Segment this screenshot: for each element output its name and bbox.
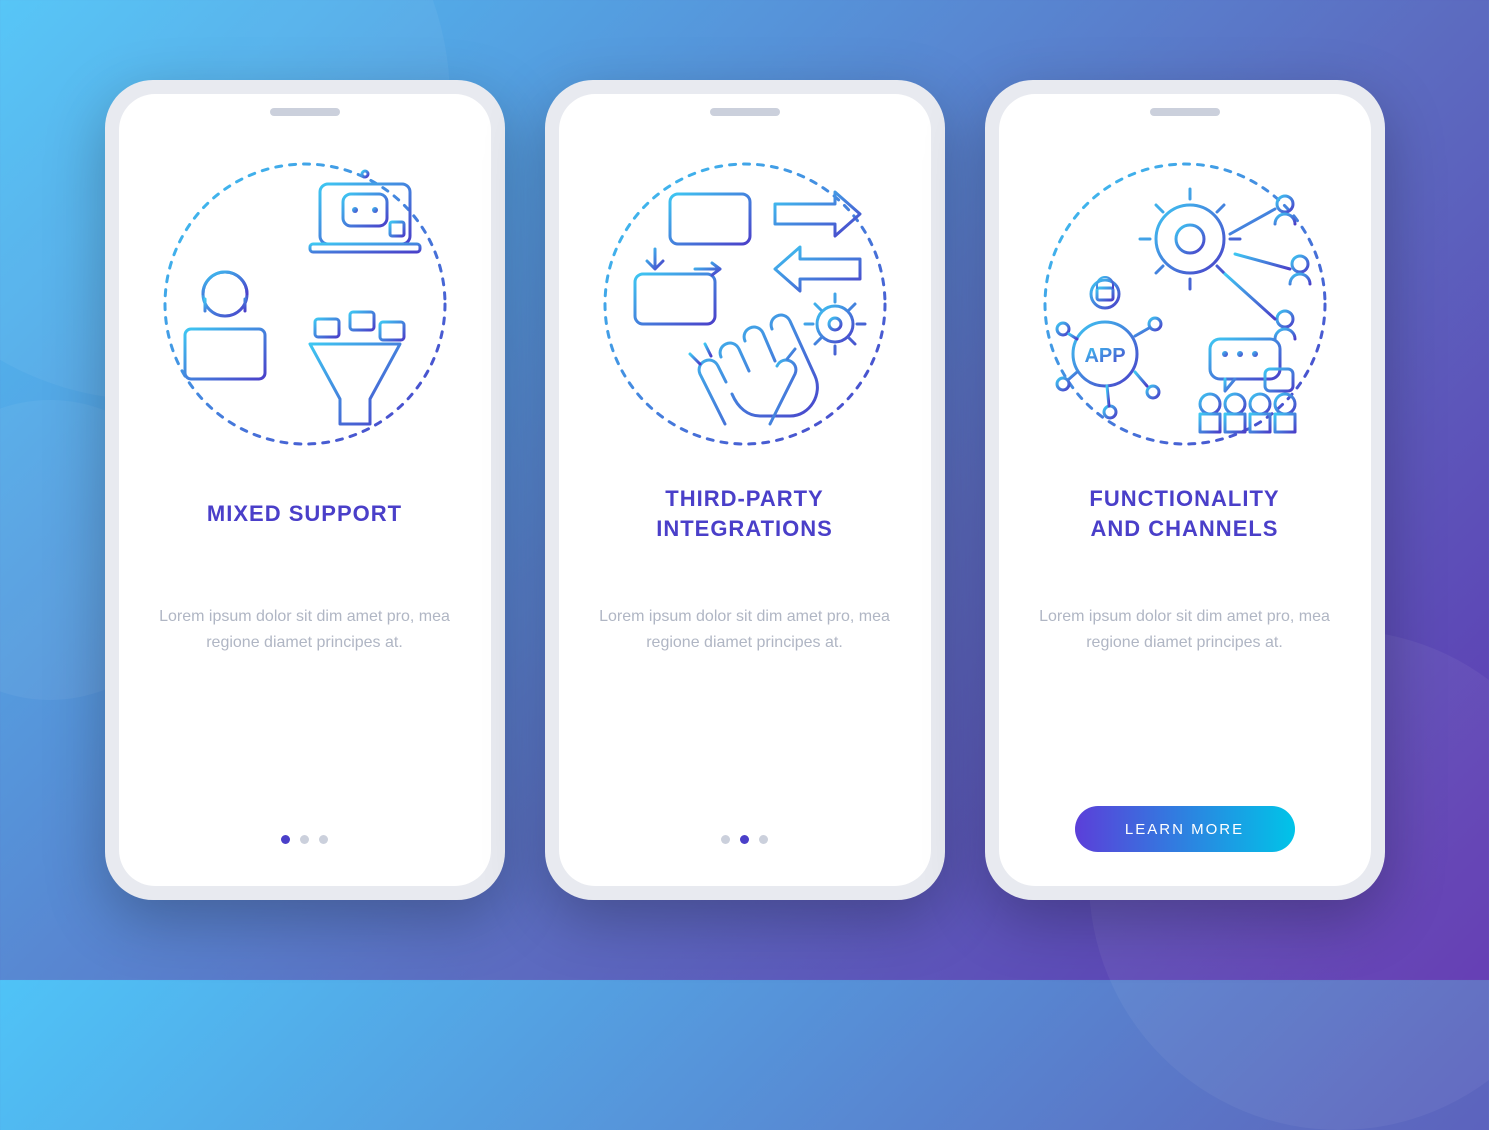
functionality-channels-icon: APP xyxy=(1035,154,1335,454)
onboarding-body: Lorem ipsum dolor sit dim amet pro, mea … xyxy=(593,604,897,835)
page-dot-2[interactable] xyxy=(740,835,749,844)
page-indicator xyxy=(281,835,328,852)
onboarding-screen-2: THIRD-PARTY INTEGRATIONS Lorem ipsum dol… xyxy=(559,94,931,886)
page-dot-1[interactable] xyxy=(281,835,290,844)
onboarding-title: THIRD-PARTY INTEGRATIONS xyxy=(656,484,833,544)
third-party-integrations-icon xyxy=(595,154,895,454)
phone-mockup-row: MIXED SUPPORT Lorem ipsum dolor sit dim … xyxy=(105,80,1385,900)
onboarding-screen-3: APP xyxy=(999,94,1371,886)
page-dot-2[interactable] xyxy=(300,835,309,844)
mixed-support-icon xyxy=(155,154,455,454)
onboarding-title: MIXED SUPPORT xyxy=(207,484,402,544)
page-dot-3[interactable] xyxy=(759,835,768,844)
onboarding-title: FUNCTIONALITY AND CHANNELS xyxy=(1089,484,1279,544)
learn-more-button[interactable]: LEARN MORE xyxy=(1075,806,1295,852)
page-dot-1[interactable] xyxy=(721,835,730,844)
onboarding-body: Lorem ipsum dolor sit dim amet pro, mea … xyxy=(1033,604,1337,806)
onboarding-screen-1: MIXED SUPPORT Lorem ipsum dolor sit dim … xyxy=(119,94,491,886)
phone-mockup-1: MIXED SUPPORT Lorem ipsum dolor sit dim … xyxy=(105,80,505,900)
phone-mockup-3: APP xyxy=(985,80,1385,900)
svg-text:APP: APP xyxy=(1084,345,1125,367)
page-indicator xyxy=(721,835,768,852)
phone-mockup-2: THIRD-PARTY INTEGRATIONS Lorem ipsum dol… xyxy=(545,80,945,900)
onboarding-body: Lorem ipsum dolor sit dim amet pro, mea … xyxy=(153,604,457,835)
page-dot-3[interactable] xyxy=(319,835,328,844)
